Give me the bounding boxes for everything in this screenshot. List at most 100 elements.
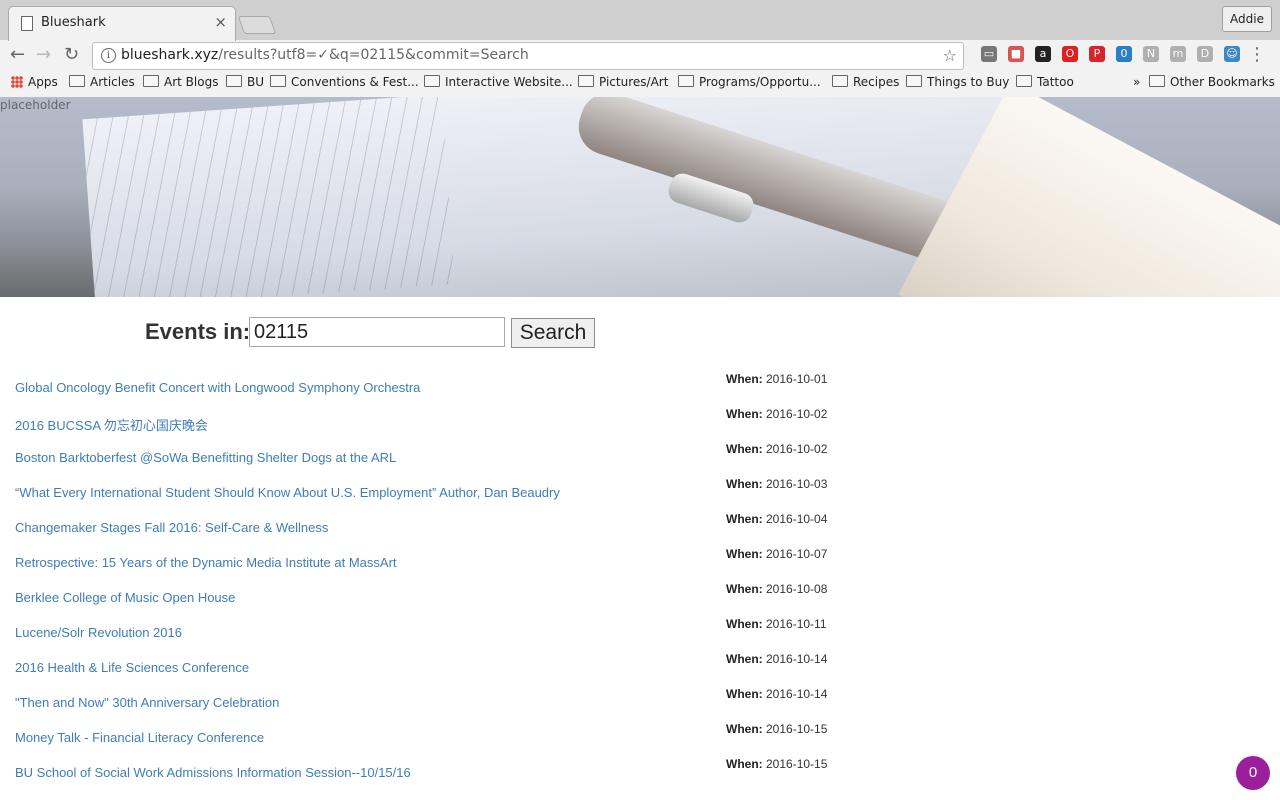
event-title-link[interactable]: 2016 Health & Life Sciences Conference (15, 660, 249, 675)
bookmark-label: Articles (90, 75, 135, 89)
profile-button[interactable]: Addie (1222, 6, 1272, 32)
amazon-icon[interactable]: a (1035, 46, 1051, 62)
when-label: When: (726, 722, 763, 736)
date-value: 2016-10-02 (766, 442, 828, 456)
date-value: 2016-10-07 (766, 547, 828, 561)
forward-arrow-icon[interactable]: → (36, 44, 51, 65)
m-icon[interactable]: m (1170, 46, 1186, 62)
bookmark-things-to-buy[interactable]: Things to Buy (906, 75, 1009, 89)
face-icon[interactable]: ☺ (1224, 46, 1240, 62)
nx-icon[interactable]: N (1143, 46, 1159, 62)
badge-extension-icon[interactable]: 0 (1116, 46, 1132, 62)
bookmark-label: BU (247, 75, 265, 89)
bookmark-recipes[interactable]: Recipes (832, 75, 899, 89)
event-title-link[interactable]: 2016 BUCSSA 勿忘初心国庆晚会 (15, 415, 208, 434)
when-label: When: (726, 617, 763, 631)
bookmark-apps[interactable]: Apps (11, 75, 58, 89)
browser-chrome: Blueshark × Addie ← → ↻ i blueshark.xyz/… (0, 0, 1280, 98)
notebook-lines-graphic (82, 97, 455, 297)
folder-icon (906, 75, 922, 87)
dev-icon[interactable]: D (1197, 46, 1213, 62)
when-label: When: (726, 372, 763, 386)
bookmark-bu[interactable]: BU (226, 75, 264, 89)
event-title-link[interactable]: Boston Barktoberfest @SoWa Benefitting S… (15, 450, 396, 465)
hero-image (0, 97, 1280, 297)
tab-blueshark[interactable]: Blueshark × (8, 6, 236, 41)
apps-icon (11, 76, 23, 88)
date-value: 2016-10-08 (766, 582, 828, 596)
date-value: 2016-10-03 (766, 477, 828, 491)
event-date: When: 2016-10-02 (726, 442, 827, 456)
bookmark-programs-opportu[interactable]: Programs/Opportu... (678, 75, 821, 89)
event-title-link[interactable]: Berklee College of Music Open House (15, 590, 235, 605)
zip-search-input[interactable] (249, 317, 505, 347)
bookmark-label: Recipes (853, 75, 900, 89)
new-tab-button[interactable] (237, 16, 277, 34)
pinterest-icon[interactable]: P (1089, 46, 1105, 62)
bookmark-tattoo[interactable]: Tattoo (1016, 75, 1074, 89)
event-title-link[interactable]: “What Every International Student Should… (15, 485, 560, 500)
event-title-link[interactable]: BU School of Social Work Admissions Info… (15, 765, 411, 780)
opera-icon[interactable]: O (1062, 46, 1078, 62)
bookmark-label: Conventions & Fest... (291, 75, 419, 89)
folder-icon (678, 75, 694, 87)
address-bar[interactable]: i blueshark.xyz/results?utf8=✓&q=02115&c… (92, 42, 964, 70)
folder-icon (578, 75, 594, 87)
url-text[interactable]: blueshark.xyz/results?utf8=✓&q=02115&com… (121, 47, 529, 63)
menu-icon[interactable]: ⋮ (1248, 44, 1266, 65)
folder-icon (1016, 75, 1032, 87)
event-row: Berklee College of Music Open House When:… (0, 582, 1280, 617)
date-value: 2016-10-15 (766, 757, 828, 771)
date-value: 2016-10-01 (766, 372, 828, 386)
bookmark-label: Tattoo (1037, 75, 1074, 89)
event-row: "Then and Now" 30th Anniversary Celebrat… (0, 687, 1280, 722)
info-icon[interactable]: i (101, 48, 116, 63)
date-value: 2016-10-02 (766, 407, 828, 421)
event-date: When: 2016-10-01 (726, 372, 827, 386)
reload-icon[interactable]: ↻ (64, 44, 79, 65)
event-title-link[interactable]: "Then and Now" 30th Anniversary Celebrat… (15, 695, 279, 710)
bookmark-interactive-website[interactable]: Interactive Website... (424, 75, 573, 89)
bookmark-articles[interactable]: Articles (69, 75, 135, 89)
when-label: When: (726, 442, 763, 456)
bookmark-conventions-fest[interactable]: Conventions & Fest... (270, 75, 419, 89)
bookmark-label: Programs/Opportu... (699, 75, 821, 89)
other-bookmarks-label: Other Bookmarks (1170, 75, 1275, 89)
bookmarks-overflow-icon[interactable]: » (1133, 75, 1140, 89)
folder-icon (226, 75, 242, 87)
event-row: Money Talk - Financial Literacy Conferen… (0, 722, 1280, 757)
event-title-link[interactable]: Global Oncology Benefit Concert with Lon… (15, 380, 420, 395)
bookmark-art-blogs[interactable]: Art Blogs (143, 75, 218, 89)
bookmark-star-icon[interactable]: ☆ (943, 46, 957, 65)
calendar-graphic (518, 97, 589, 198)
bookmark-label: Pictures/Art (599, 75, 669, 89)
search-form: Events in: Search (0, 317, 1280, 351)
cast-icon[interactable]: ▭ (981, 46, 997, 62)
back-arrow-icon[interactable]: ← (10, 44, 25, 65)
placeholder-text: placeholder (0, 98, 71, 112)
reader-icon[interactable]: ■ (1008, 46, 1024, 62)
date-value: 2016-10-15 (766, 722, 828, 736)
event-title-link[interactable]: Money Talk - Financial Literacy Conferen… (15, 730, 264, 745)
search-button[interactable]: Search (511, 318, 595, 348)
event-date: When: 2016-10-14 (726, 652, 827, 666)
folder-icon (270, 75, 286, 87)
close-icon[interactable]: × (214, 13, 227, 31)
bookmark-pictures-art[interactable]: Pictures/Art (578, 75, 668, 89)
event-title-link[interactable]: Retrospective: 15 Years of the Dynamic M… (15, 555, 397, 570)
chat-badge-button[interactable]: 0 (1236, 756, 1270, 790)
event-row: 2016 Health & Life Sciences Conference Wh… (0, 652, 1280, 687)
event-title-link[interactable]: Lucene/Solr Revolution 2016 (15, 625, 182, 640)
other-bookmarks[interactable]: Other Bookmarks (1149, 75, 1275, 89)
bookmark-label: Interactive Website... (445, 75, 573, 89)
bookmark-label: Art Blogs (164, 75, 219, 89)
event-title-link[interactable]: Changemaker Stages Fall 2016: Self-Care … (15, 520, 328, 535)
date-value: 2016-10-14 (766, 687, 828, 701)
date-value: 2016-10-14 (766, 652, 828, 666)
event-date: When: 2016-10-08 (726, 582, 827, 596)
folder-icon (424, 75, 440, 87)
tab-strip: Blueshark × Addie (0, 0, 1280, 41)
when-label: When: (726, 407, 763, 421)
folder-icon (143, 75, 159, 87)
event-row: Retrospective: 15 Years of the Dynamic M… (0, 547, 1280, 582)
